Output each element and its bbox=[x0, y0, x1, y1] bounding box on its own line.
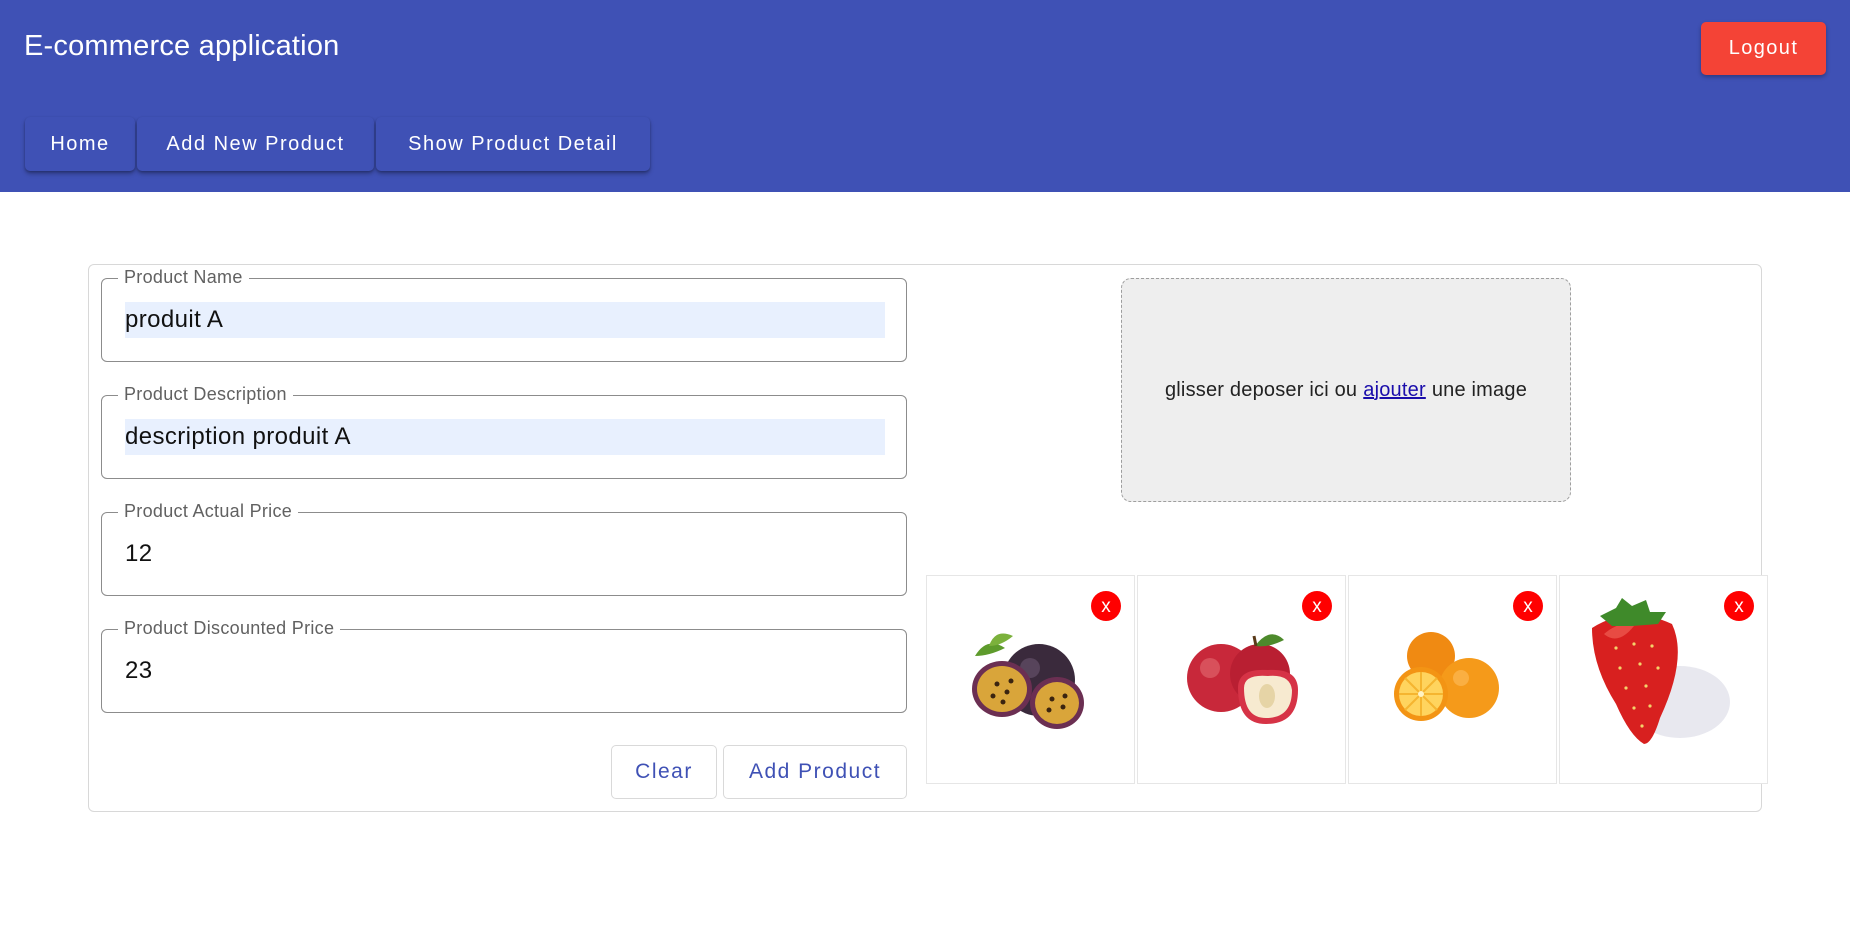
product-actual-price-field[interactable]: Product Actual Price 12 bbox=[101, 501, 907, 596]
product-actual-price-input[interactable]: 12 bbox=[125, 536, 885, 572]
remove-image-button[interactable]: x bbox=[1513, 591, 1543, 621]
nav-show-product-detail-button[interactable]: Show Product Detail bbox=[376, 117, 650, 171]
product-description-label: Product Description bbox=[118, 384, 293, 405]
nav-add-product-button[interactable]: Add New Product bbox=[137, 117, 374, 171]
remove-image-button[interactable]: x bbox=[1302, 591, 1332, 621]
product-discounted-price-label: Product Discounted Price bbox=[118, 618, 341, 639]
image-tile: x bbox=[1559, 575, 1768, 784]
logout-button[interactable]: Logout bbox=[1701, 22, 1826, 75]
product-discounted-price-input[interactable]: 23 bbox=[125, 653, 885, 689]
app-toolbar: E-commerce application Logout Home Add N… bbox=[0, 0, 1850, 192]
product-description-input[interactable]: description produit A bbox=[125, 419, 885, 455]
product-description-field[interactable]: Product Description description produit … bbox=[101, 384, 907, 479]
add-product-button[interactable]: Add Product bbox=[723, 745, 907, 799]
app-title: E-commerce application bbox=[24, 30, 340, 62]
image-tile: x bbox=[926, 575, 1135, 784]
product-discounted-price-field[interactable]: Product Discounted Price 23 bbox=[101, 618, 907, 713]
product-name-field[interactable]: Product Name produit A bbox=[101, 267, 907, 362]
nav-home-button[interactable]: Home bbox=[25, 117, 135, 171]
dropzone-text-after: une image bbox=[1431, 378, 1528, 401]
dropzone-text-before: glisser deposer ici ou bbox=[1164, 378, 1358, 401]
image-tile: x bbox=[1137, 575, 1346, 784]
image-dropzone[interactable]: glisser deposer ici ou ajouter une image bbox=[1121, 278, 1571, 502]
product-name-input[interactable]: produit A bbox=[125, 302, 885, 338]
image-tile: x bbox=[1348, 575, 1557, 784]
remove-image-button[interactable]: x bbox=[1724, 591, 1754, 621]
clear-button[interactable]: Clear bbox=[611, 745, 717, 799]
product-actual-price-label: Product Actual Price bbox=[118, 501, 299, 522]
add-image-link[interactable]: ajouter bbox=[1363, 379, 1426, 402]
product-name-label: Product Name bbox=[118, 267, 249, 288]
remove-image-button[interactable]: x bbox=[1091, 591, 1121, 621]
